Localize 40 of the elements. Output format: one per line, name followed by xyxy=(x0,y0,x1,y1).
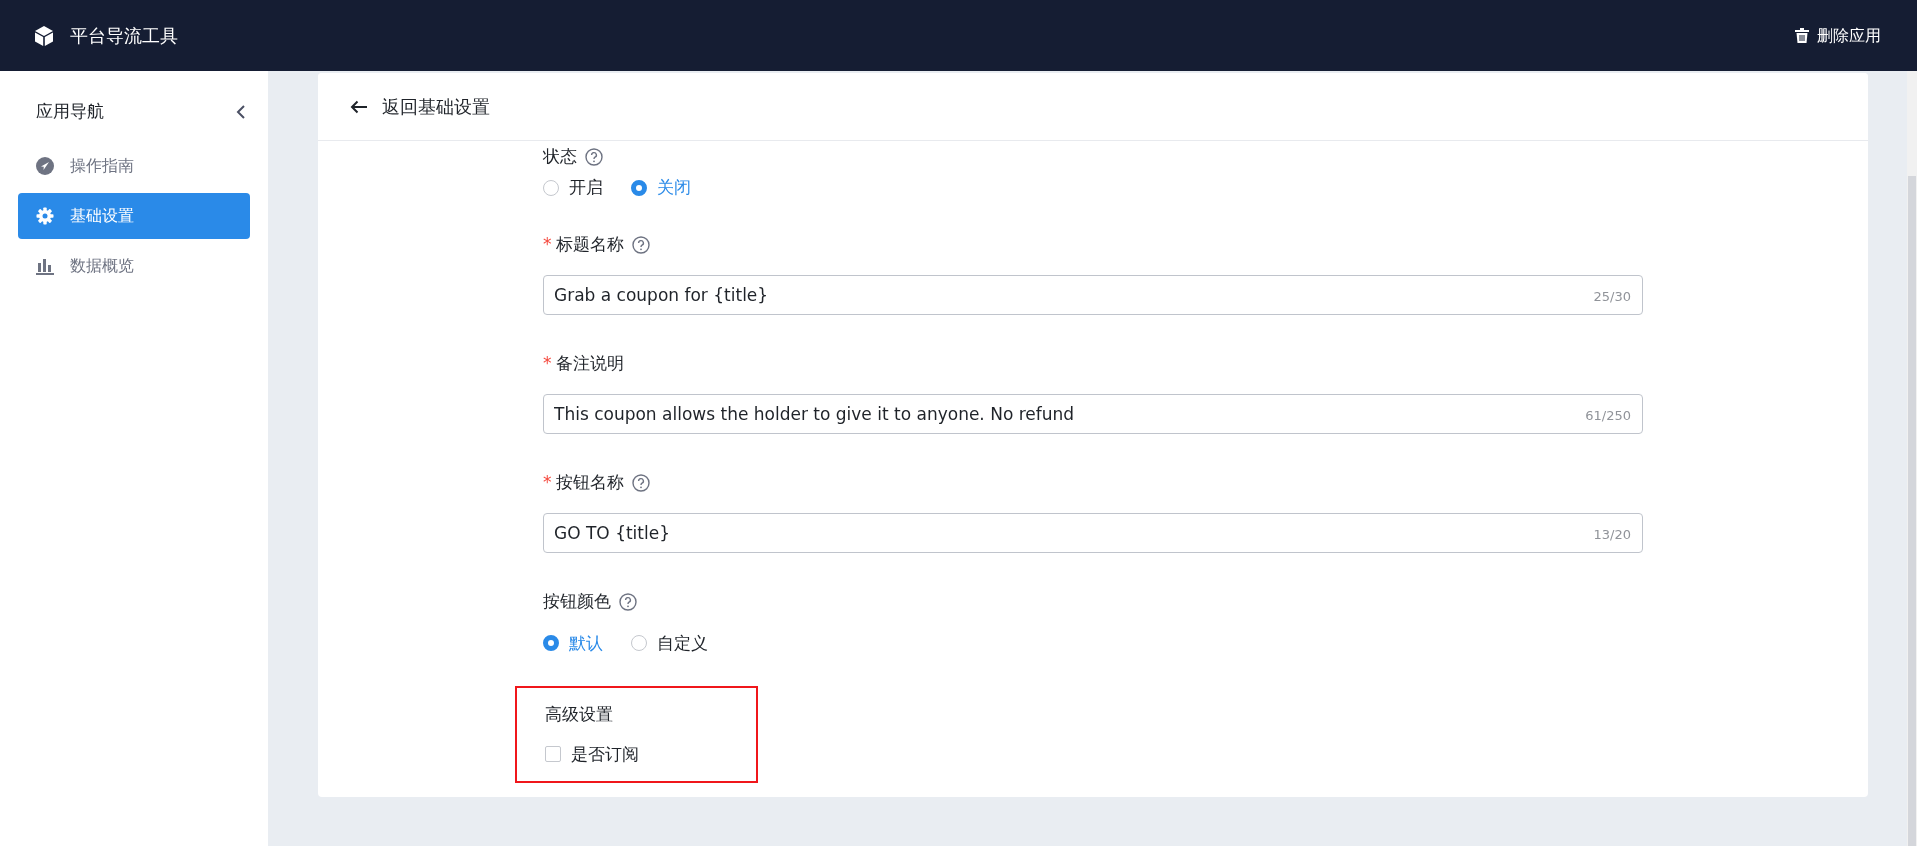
radio-button[interactable] xyxy=(543,179,559,196)
app-title: 平台导流工具 xyxy=(70,24,178,48)
sidebar-title: 应用导航 xyxy=(36,100,104,123)
radio-option[interactable]: 开启 xyxy=(543,175,603,201)
field-label: 按钮颜色 xyxy=(543,589,611,613)
required-mark: * xyxy=(543,232,552,256)
field-label: 备注说明 xyxy=(555,351,624,375)
radio-button[interactable] xyxy=(631,635,647,652)
sidebar-item[interactable]: 基础设置 xyxy=(18,193,250,239)
checkbox[interactable] xyxy=(545,746,561,763)
sidebar-item[interactable]: 数据概览 xyxy=(18,243,250,289)
delete-app-button[interactable]: 删除应用 xyxy=(1795,23,1881,48)
required-mark: * xyxy=(543,351,552,375)
navigation-icon xyxy=(36,157,54,175)
field-label: 状态 xyxy=(543,145,577,169)
back-arrow-icon xyxy=(350,99,368,114)
radio-option[interactable]: 默认 xyxy=(543,630,603,656)
back-link[interactable]: 返回基础设置 xyxy=(350,93,490,120)
radio-button[interactable] xyxy=(543,635,559,652)
cube-icon xyxy=(34,24,54,47)
scrollbar[interactable] xyxy=(1907,71,1917,846)
field-label: 按钮名称 xyxy=(555,470,624,494)
trash-icon xyxy=(1795,28,1809,43)
sidebar-item[interactable]: 操作指南 xyxy=(18,143,250,189)
radio-button[interactable] xyxy=(631,179,647,196)
character-counter: 61/250 xyxy=(1585,406,1631,425)
help-icon[interactable] xyxy=(585,148,603,166)
gear-icon xyxy=(36,207,54,225)
character-counter: 13/20 xyxy=(1593,525,1631,544)
required-mark: * xyxy=(543,470,552,494)
checkbox-option[interactable]: 是否订阅 xyxy=(545,741,728,767)
radio-option[interactable]: 自定义 xyxy=(631,630,708,656)
character-counter: 25/30 xyxy=(1593,287,1631,306)
bar-chart-icon xyxy=(36,257,54,275)
help-icon[interactable] xyxy=(631,473,650,492)
radio-option[interactable]: 关闭 xyxy=(631,175,691,201)
field-label: 标题名称 xyxy=(555,232,624,256)
help-icon[interactable] xyxy=(631,235,650,254)
help-icon[interactable] xyxy=(619,592,637,611)
section-title: 高级设置 xyxy=(545,703,614,726)
